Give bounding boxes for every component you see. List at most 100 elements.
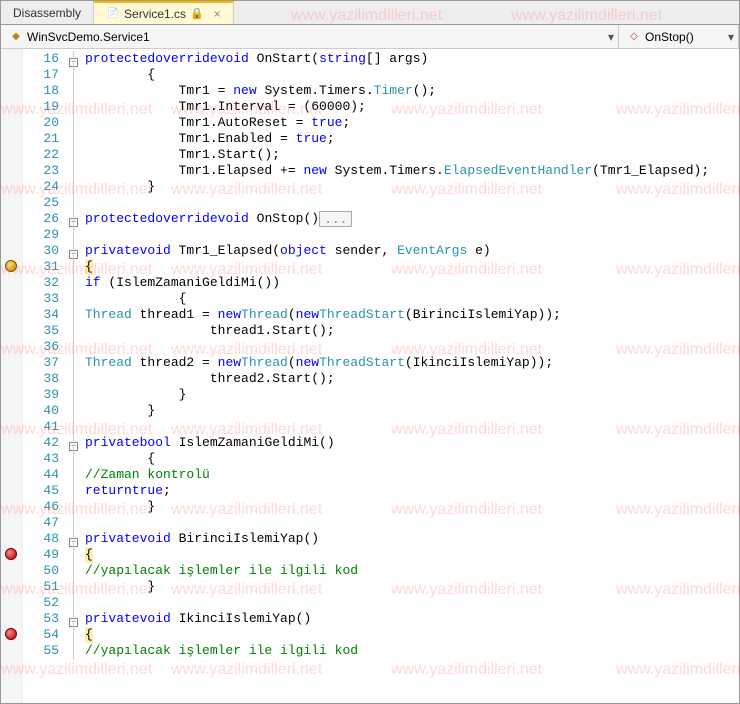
line-number: 45 — [23, 483, 59, 499]
line-number: 37 — [23, 355, 59, 371]
line-numbers: 1617181920212223242526293031323334353637… — [23, 49, 65, 703]
tab-disassembly[interactable]: Disassembly — [1, 1, 94, 24]
breakpoint-marker[interactable] — [5, 548, 17, 560]
line-number: 18 — [23, 83, 59, 99]
close-icon[interactable]: × — [214, 7, 221, 21]
code-line[interactable]: { — [85, 291, 739, 307]
line-number: 22 — [23, 147, 59, 163]
line-number: 23 — [23, 163, 59, 179]
code-line[interactable]: { — [85, 547, 739, 563]
navigation-bar: ◆ WinSvcDemo.Service1 ▾ ◇ OnStop() ▾ — [1, 25, 739, 49]
code-line[interactable]: Tmr1.Enabled = true; — [85, 131, 739, 147]
code-line[interactable]: thread1.Start(); — [85, 323, 739, 339]
line-number: 38 — [23, 371, 59, 387]
code-line[interactable]: private void BirinciIslemiYap() — [85, 531, 739, 547]
line-number: 32 — [23, 275, 59, 291]
line-number: 46 — [23, 499, 59, 515]
line-number: 40 — [23, 403, 59, 419]
breakpoint-marker[interactable] — [5, 628, 17, 640]
class-icon: ◆ — [9, 30, 23, 44]
line-number: 36 — [23, 339, 59, 355]
chevron-down-icon: ▾ — [728, 30, 734, 44]
method-dropdown[interactable]: ◇ OnStop() ▾ — [619, 25, 739, 48]
code-line[interactable]: } — [85, 403, 739, 419]
code-line[interactable]: } — [85, 579, 739, 595]
code-line[interactable]: protected override void OnStop()... — [85, 211, 739, 227]
tab-label: Service1.cs — [124, 7, 186, 21]
code-line[interactable]: //Zaman kontrolü — [85, 467, 739, 483]
line-number: 53 — [23, 611, 59, 627]
line-number: 42 — [23, 435, 59, 451]
csharp-icon: 📄 — [106, 7, 120, 21]
tab-service1[interactable]: 📄 Service1.cs 🔒 × — [94, 1, 234, 24]
line-number: 16 — [23, 51, 59, 67]
code-line[interactable]: { — [85, 451, 739, 467]
code-line[interactable]: Tmr1.Start(); — [85, 147, 739, 163]
class-name: WinSvcDemo.Service1 — [27, 30, 150, 44]
line-number: 55 — [23, 643, 59, 659]
code-line[interactable] — [85, 195, 739, 211]
breakpoint-marker[interactable] — [5, 260, 17, 272]
line-number: 43 — [23, 451, 59, 467]
code-line[interactable] — [85, 227, 739, 243]
code-line[interactable]: Tmr1.AutoReset = true; — [85, 115, 739, 131]
code-line[interactable]: } — [85, 387, 739, 403]
code-line[interactable]: { — [85, 627, 739, 643]
code-line[interactable]: private void IkinciIslemiYap() — [85, 611, 739, 627]
line-number: 29 — [23, 227, 59, 243]
lock-icon: 🔒 — [190, 7, 204, 20]
code-line[interactable]: thread2.Start(); — [85, 371, 739, 387]
line-number: 34 — [23, 307, 59, 323]
code-line[interactable]: private void Tmr1_Elapsed(object sender,… — [85, 243, 739, 259]
line-number: 31 — [23, 259, 59, 275]
line-number: 26 — [23, 211, 59, 227]
code-line[interactable]: Thread thread1 = new Thread(new ThreadSt… — [85, 307, 739, 323]
line-number: 48 — [23, 531, 59, 547]
line-number: 47 — [23, 515, 59, 531]
line-number: 33 — [23, 291, 59, 307]
line-number: 39 — [23, 387, 59, 403]
code-line[interactable]: //yapılacak işlemler ile ilgili kod — [85, 563, 739, 579]
code-line[interactable]: return true; — [85, 483, 739, 499]
line-number: 51 — [23, 579, 59, 595]
line-number: 50 — [23, 563, 59, 579]
class-dropdown[interactable]: ◆ WinSvcDemo.Service1 ▾ — [1, 25, 619, 48]
code-line[interactable]: //yapılacak işlemler ile ilgili kod — [85, 643, 739, 659]
code-line[interactable] — [85, 419, 739, 435]
code-line[interactable] — [85, 515, 739, 531]
code-editor[interactable]: 1617181920212223242526293031323334353637… — [1, 49, 739, 703]
line-number: 35 — [23, 323, 59, 339]
method-name: OnStop() — [645, 30, 694, 44]
line-number: 25 — [23, 195, 59, 211]
method-icon: ◇ — [627, 30, 641, 44]
code-line[interactable]: } — [85, 179, 739, 195]
code-line[interactable]: Tmr1.Interval = (60000); — [85, 99, 739, 115]
chevron-down-icon: ▾ — [608, 30, 614, 44]
code-line[interactable]: protected override void OnStart(string[]… — [85, 51, 739, 67]
line-number: 41 — [23, 419, 59, 435]
document-tabs: Disassembly 📄 Service1.cs 🔒 × — [1, 1, 739, 25]
outline-gutter[interactable]: −+−−−− — [65, 49, 85, 703]
code-line[interactable]: { — [85, 67, 739, 83]
tab-label: Disassembly — [13, 6, 81, 20]
line-number: 17 — [23, 67, 59, 83]
collapsed-region[interactable]: ... — [319, 211, 352, 227]
code-area[interactable]: protected override void OnStart(string[]… — [85, 49, 739, 703]
code-line[interactable] — [85, 595, 739, 611]
line-number: 52 — [23, 595, 59, 611]
code-line[interactable]: Tmr1.Elapsed += new System.Timers.Elapse… — [85, 163, 739, 179]
code-line[interactable]: { — [85, 259, 739, 275]
line-number: 30 — [23, 243, 59, 259]
code-line[interactable]: private bool IslemZamaniGeldiMi() — [85, 435, 739, 451]
line-number: 49 — [23, 547, 59, 563]
breakpoint-gutter[interactable] — [1, 49, 23, 703]
line-number: 21 — [23, 131, 59, 147]
code-line[interactable] — [85, 339, 739, 355]
line-number: 44 — [23, 467, 59, 483]
line-number: 54 — [23, 627, 59, 643]
line-number: 19 — [23, 99, 59, 115]
code-line[interactable]: } — [85, 499, 739, 515]
code-line[interactable]: Thread thread2 = new Thread(new ThreadSt… — [85, 355, 739, 371]
code-line[interactable]: if (IslemZamaniGeldiMi()) — [85, 275, 739, 291]
code-line[interactable]: Tmr1 = new System.Timers.Timer(); — [85, 83, 739, 99]
